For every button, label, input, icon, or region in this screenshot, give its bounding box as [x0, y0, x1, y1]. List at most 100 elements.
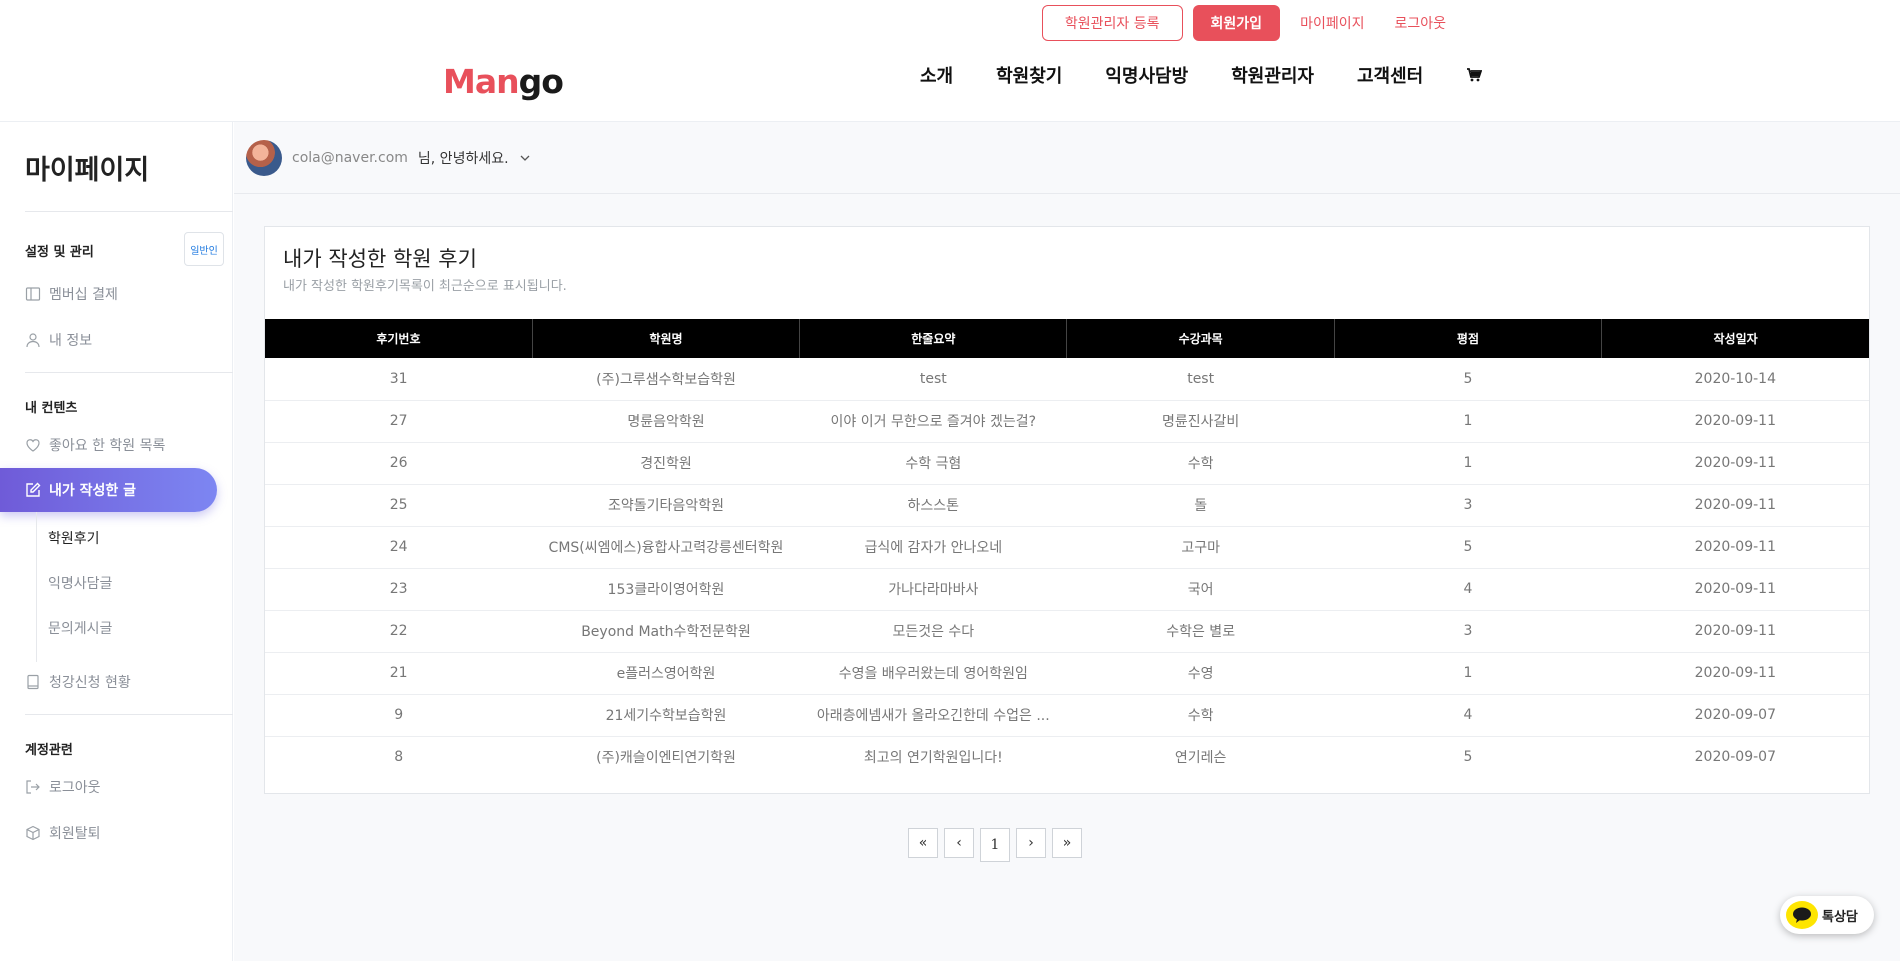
pagination: « ‹ 1 › »	[908, 828, 1082, 862]
chevron-down-icon[interactable]	[519, 152, 531, 164]
cell-date: 2020-09-11	[1601, 610, 1869, 653]
table-row[interactable]: 9 21세기수학보습학원 아래층에넴새가 올라오긴한데 수업은 ... 수학 4…	[265, 694, 1869, 737]
sidebar-subitem-anonymous[interactable]: 익명사담글	[48, 573, 112, 593]
cell-date: 2020-10-14	[1601, 358, 1869, 401]
table-row[interactable]: 25 조약돌기타음악학원 하스스톤 돌 3 2020-09-11	[265, 484, 1869, 527]
user-email: cola@naver.com	[292, 149, 408, 166]
sidebar-subitem-reviews[interactable]: 학원후기	[48, 528, 100, 548]
table-row[interactable]: 23 153클라이영어학원 가나다라마바사 국어 4 2020-09-11	[265, 568, 1869, 611]
cube-icon	[26, 825, 40, 841]
cell-academy: CMS(씨엠에스)융합사고력강릉센터학원	[532, 526, 800, 569]
user-type-badge: 일반인	[184, 232, 224, 266]
table-row[interactable]: 26 경진학원 수학 극혐 수학 1 2020-09-11	[265, 442, 1869, 485]
cell-summary: test	[799, 358, 1067, 401]
next-page-button[interactable]: ›	[1016, 828, 1046, 858]
admin-register-button[interactable]: 학원관리자 등록	[1041, 5, 1183, 41]
site-header: 학원관리자 등록 회원가입 마이페이지 로그아웃 Mango 소개 학원찾기 익…	[0, 0, 1900, 122]
nav-item-academy-admin[interactable]: 학원관리자	[1231, 62, 1314, 88]
sidebar-item-membership[interactable]: 멤버십 결제	[25, 284, 118, 304]
cell-academy: e플러스영어학원	[532, 652, 800, 695]
sidebar-item-label: 좋아요 한 학원 목록	[49, 438, 166, 454]
sidebar-item-label: 로그아웃	[49, 780, 101, 796]
cell-rating: 3	[1334, 484, 1602, 527]
cell-subject: 고구마	[1066, 526, 1335, 569]
cell-academy: 153클라이영어학원	[532, 568, 800, 611]
avatar	[246, 139, 282, 176]
cell-subject: 수영	[1066, 652, 1335, 695]
sidebar-subitem-inquiry[interactable]: 문의게시글	[48, 618, 112, 638]
main-content: cola@naver.com 님, 안녕하세요. 내가 작성한 학원 후기 내가…	[234, 122, 1900, 961]
sidebar-item-enrollment[interactable]: 청강신청 현황	[25, 672, 131, 692]
user-icon	[26, 333, 40, 348]
cell-date: 2020-09-11	[1601, 400, 1869, 443]
cell-summary: 이야 이거 무한으로 즐겨야 겠는걸?	[799, 400, 1067, 443]
user-greeting: 님, 안녕하세요.	[417, 150, 509, 167]
edit-icon	[26, 482, 41, 497]
divider	[25, 714, 233, 715]
sidebar-item-my-info[interactable]: 내 정보	[25, 330, 92, 350]
site-logo[interactable]: Mango	[443, 62, 564, 101]
cell-academy: 명륜음악학원	[532, 400, 800, 443]
cell-subject: 수학	[1066, 442, 1335, 485]
cell-summary: 하스스톤	[799, 484, 1067, 527]
sidebar-item-label: 회원탈퇴	[49, 826, 101, 842]
first-page-button[interactable]: «	[908, 828, 938, 858]
heart-icon	[26, 439, 40, 452]
table-row[interactable]: 22 Beyond Math수학전문학원 모든것은 수다 수학은 별로 3 20…	[265, 610, 1869, 653]
sidebar-item-label: 청강신청 현황	[49, 675, 131, 691]
kakao-chat-button[interactable]: 톡상담	[1780, 896, 1874, 934]
cell-subject: 돌	[1066, 484, 1335, 527]
table-row[interactable]: 21 e플러스영어학원 수영을 배우러왔는데 영어학원임 수영 1 2020-0…	[265, 652, 1869, 695]
section-settings: 설정 및 관리	[25, 245, 94, 260]
mypage-link[interactable]: 마이페이지	[1290, 5, 1374, 41]
signup-button[interactable]: 회원가입	[1192, 5, 1281, 41]
logo-part-go: go	[518, 62, 564, 101]
prev-page-button[interactable]: ‹	[944, 828, 974, 858]
nav-item-find-academy[interactable]: 학원찾기	[996, 62, 1062, 88]
cell-academy: Beyond Math수학전문학원	[532, 610, 800, 653]
sidebar-item-liked[interactable]: 좋아요 한 학원 목록	[25, 435, 165, 455]
cell-review-no: 25	[265, 484, 533, 527]
cell-date: 2020-09-07	[1694, 749, 1776, 766]
cell-summary: 수영을 배우러왔는데 영어학원임	[799, 652, 1067, 695]
column-header: 평점	[1334, 319, 1603, 358]
table-row[interactable]: 8 (주)캐슬이엔티연기학원 최고의 연기학원입니다! 연기레슨 5 2020-…	[265, 736, 1869, 778]
chat-bubble-icon	[1786, 901, 1818, 929]
last-page-button[interactable]: »	[1052, 828, 1082, 858]
top-links: 학원관리자 등록 회원가입 마이페이지 로그아웃	[1041, 5, 1456, 41]
cell-review-no: 26	[265, 442, 533, 485]
cell-academy: 경진학원	[532, 442, 800, 485]
column-header: 학원명	[532, 319, 801, 358]
section-account: 계정관련	[25, 743, 73, 758]
cart-icon[interactable]	[1466, 67, 1483, 83]
cell-review-no: 24	[265, 526, 533, 569]
sidebar-item-logout[interactable]: 로그아웃	[25, 777, 101, 797]
cell-rating: 5	[1334, 526, 1602, 569]
chat-label: 톡상담	[1822, 909, 1858, 925]
cell-review-no: 31	[265, 358, 533, 401]
logout-link[interactable]: 로그아웃	[1384, 5, 1456, 41]
table-row[interactable]: 27 명륜음악학원 이야 이거 무한으로 즐겨야 겠는걸? 명륜진사갈비 1 2…	[265, 400, 1869, 443]
nav-item-anonymous-room[interactable]: 익명사담방	[1105, 62, 1188, 88]
cell-rating: 1	[1334, 442, 1602, 485]
column-header: 후기번호	[265, 319, 533, 358]
cell-subject: 연기레슨	[1174, 750, 1227, 767]
cell-rating: 4	[1334, 694, 1602, 737]
nav-item-customer-center[interactable]: 고객센터	[1357, 62, 1423, 88]
cell-review-no: 8	[394, 749, 404, 766]
nav-item-intro[interactable]: 소개	[920, 62, 953, 88]
submenu-line	[36, 512, 37, 662]
cell-rating: 3	[1334, 610, 1602, 653]
table-row[interactable]: 31 (주)그루샘수학보습학원 test test 5 2020-10-14	[265, 358, 1869, 401]
user-bar[interactable]: cola@naver.com 님, 안녕하세요.	[234, 122, 1900, 194]
page-title: 내가 작성한 학원 후기	[283, 247, 477, 271]
table-row[interactable]: 24 CMS(씨엠에스)융합사고력강릉센터학원 급식에 감자가 안나오네 고구마…	[265, 526, 1869, 569]
sidebar: 마이페이지 설정 및 관리 일반인 멤버십 결제 내 정보 내 컨텐츠 좋아요 …	[0, 122, 233, 961]
cell-review-no: 23	[265, 568, 533, 611]
sidebar-item-my-posts[interactable]: 내가 작성한 글	[0, 468, 217, 512]
cell-academy: 21세기수학보습학원	[532, 694, 800, 737]
column-header: 수강과목	[1066, 319, 1335, 358]
layout-icon	[25, 287, 41, 301]
current-page-button[interactable]: 1	[980, 828, 1010, 862]
sidebar-item-withdraw[interactable]: 회원탈퇴	[25, 823, 101, 843]
